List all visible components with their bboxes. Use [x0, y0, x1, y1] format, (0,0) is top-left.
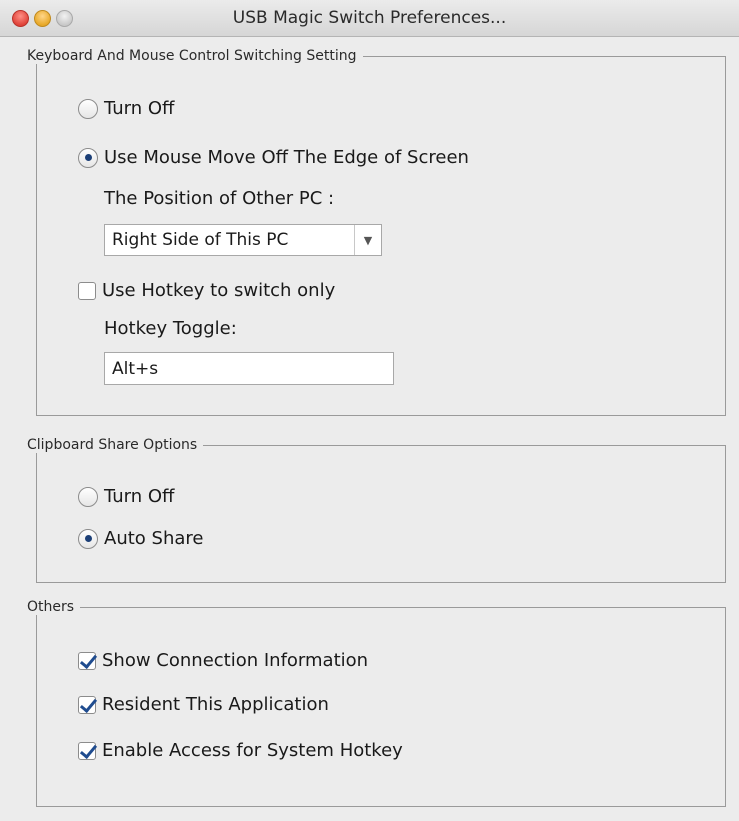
position-dropdown[interactable]: Right Side of This PC ▼: [104, 224, 382, 256]
resident-app-option[interactable]: Resident This Application: [78, 694, 329, 715]
kb-turn-off-radio[interactable]: [78, 98, 98, 119]
system-hotkey-checkbox[interactable]: [78, 741, 96, 760]
show-connection-label: Show Connection Information: [102, 650, 369, 671]
show-connection-checkbox[interactable]: [78, 651, 96, 670]
chevron-down-icon[interactable]: ▼: [354, 225, 381, 255]
hotkey-only-option[interactable]: Use Hotkey to switch only: [78, 280, 335, 301]
kb-turn-off-label: Turn Off: [104, 98, 175, 119]
mouse-edge-radio[interactable]: [78, 147, 98, 168]
show-connection-option[interactable]: Show Connection Information: [78, 650, 368, 671]
clipboard-legend: Clipboard Share Options: [23, 437, 204, 453]
hotkey-only-checkbox[interactable]: [78, 281, 96, 300]
system-hotkey-label: Enable Access for System Hotkey: [102, 740, 403, 761]
title-bar: USB Magic Switch Preferences...: [0, 0, 739, 37]
clipboard-turn-off-radio[interactable]: [78, 486, 98, 507]
clipboard-turn-off-label: Turn Off: [104, 486, 175, 507]
resident-app-checkbox[interactable]: [78, 695, 96, 714]
mouse-edge-label: Use Mouse Move Off The Edge of Screen: [104, 147, 469, 168]
hotkey-input[interactable]: [104, 352, 394, 385]
auto-share-option[interactable]: Auto Share: [78, 528, 203, 549]
auto-share-radio[interactable]: [78, 528, 98, 549]
mouse-edge-option[interactable]: Use Mouse Move Off The Edge of Screen: [78, 147, 469, 168]
kb-turn-off-option[interactable]: Turn Off: [78, 98, 174, 119]
others-legend: Others: [23, 599, 81, 615]
clipboard-turn-off-option[interactable]: Turn Off: [78, 486, 174, 507]
window-title: USB Magic Switch Preferences...: [232, 8, 507, 28]
hotkey-toggle-label: Hotkey Toggle:: [104, 318, 237, 339]
system-hotkey-option[interactable]: Enable Access for System Hotkey: [78, 740, 403, 761]
hotkey-only-label: Use Hotkey to switch only: [102, 280, 336, 301]
hotkey-toggle-label-row: Hotkey Toggle:: [104, 318, 237, 339]
resident-app-label: Resident This Application: [102, 694, 329, 715]
keyboard-mouse-legend: Keyboard And Mouse Control Switching Set…: [23, 48, 363, 64]
clipboard-group: Clipboard Share Options: [23, 437, 726, 583]
position-label: The Position of Other PC :: [104, 188, 335, 209]
auto-share-label: Auto Share: [104, 528, 204, 549]
position-label-row: The Position of Other PC :: [104, 188, 334, 209]
position-dropdown-value: Right Side of This PC: [112, 230, 289, 250]
